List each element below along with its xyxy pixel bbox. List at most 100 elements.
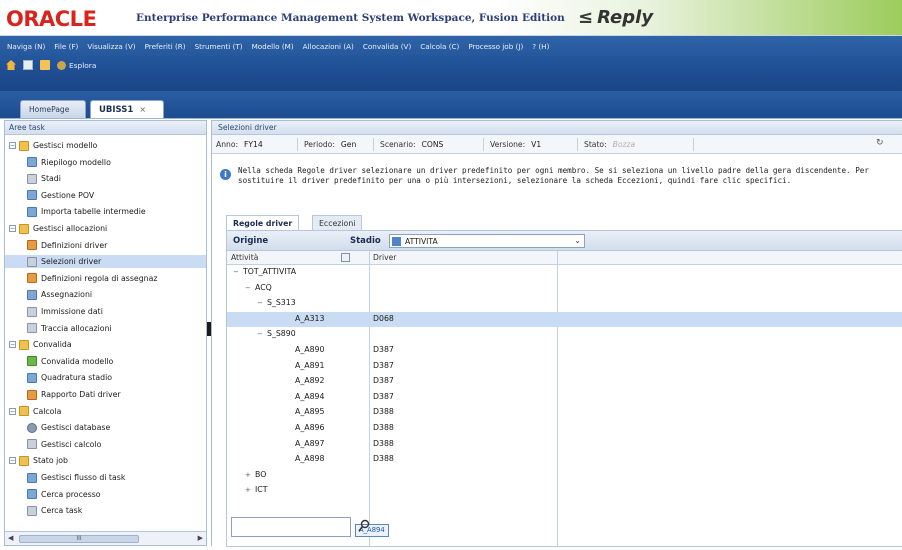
- column-header-driver[interactable]: Driver: [373, 253, 396, 262]
- driver-cell[interactable]: D068: [373, 314, 394, 323]
- tree-item[interactable]: Cerca processo: [5, 488, 206, 501]
- menu-item[interactable]: Visualizza (V): [84, 42, 141, 51]
- tree-folder[interactable]: − Gestisci modello: [5, 139, 206, 152]
- table-row[interactable]: + BO: [227, 468, 902, 484]
- collapse-icon[interactable]: −: [233, 268, 240, 276]
- trace-icon: [27, 323, 37, 334]
- menu-item[interactable]: Processo job (J): [465, 42, 529, 51]
- collapse-icon[interactable]: −: [9, 407, 16, 415]
- table-row[interactable]: A_A891 D387: [227, 359, 902, 375]
- pov-field[interactable]: Periodo: Gen: [304, 138, 374, 151]
- table-row[interactable]: A_A894 D387: [227, 390, 902, 406]
- table-row[interactable]: A_A890 D387: [227, 343, 902, 359]
- menu-item[interactable]: Allocazioni (A): [300, 42, 360, 51]
- table-row[interactable]: − TOT_ATTIVITA: [227, 265, 902, 281]
- tree-item[interactable]: Gestisci flusso di task: [5, 471, 206, 484]
- tree-folder[interactable]: − Gestisci allocazioni: [5, 222, 206, 235]
- tab-driver-rules[interactable]: Regole driver: [226, 215, 300, 230]
- search-input[interactable]: [231, 517, 351, 537]
- tree-item[interactable]: Rapporto Dati driver: [5, 388, 206, 401]
- table-row[interactable]: A_A897 D388: [227, 437, 902, 453]
- table-row[interactable]: A_A895 D388: [227, 405, 902, 421]
- pov-field[interactable]: Anno: FY14: [216, 138, 298, 151]
- pov-field[interactable]: Scenario: CONS: [380, 138, 484, 151]
- stage-value: ATTIVITA: [405, 236, 438, 246]
- tree-item[interactable]: Gestisci calcolo: [5, 438, 206, 451]
- scroll-left-icon[interactable]: ◀: [8, 534, 13, 542]
- menu-item[interactable]: Modello (M): [249, 42, 300, 51]
- table-row[interactable]: − ACQ: [227, 281, 902, 297]
- driver-cell[interactable]: D388: [373, 454, 394, 463]
- tree-item[interactable]: Gestione POV: [5, 189, 206, 202]
- tree-item[interactable]: Definizioni regola di assegnaz: [5, 272, 206, 285]
- table-row[interactable]: A_A896 D388: [227, 421, 902, 437]
- table-row[interactable]: A_A892 D387: [227, 374, 902, 390]
- collapse-icon[interactable]: −: [245, 284, 252, 292]
- tree-folder[interactable]: − Calcola: [5, 405, 206, 418]
- tree-item[interactable]: Convalida modello: [5, 355, 206, 368]
- driver-cell[interactable]: D387: [373, 392, 394, 401]
- open-folder-icon[interactable]: [40, 60, 50, 70]
- home-icon[interactable]: [6, 60, 16, 70]
- tab-homepage[interactable]: HomePage: [20, 100, 86, 118]
- expand-icon[interactable]: +: [245, 471, 252, 479]
- table-row[interactable]: − S_S313: [227, 296, 902, 312]
- driver-cell[interactable]: D388: [373, 407, 394, 416]
- tree-item[interactable]: Riepilogo modello: [5, 156, 206, 169]
- collapse-icon[interactable]: −: [9, 142, 16, 149]
- pov-field[interactable]: Stato: Bozza: [584, 138, 694, 151]
- tree-item[interactable]: Traccia allocazioni: [5, 322, 206, 335]
- tree-item[interactable]: Quadratura stadio: [5, 371, 206, 384]
- menu-item[interactable]: File (F): [51, 42, 84, 51]
- menu-item[interactable]: Preferiti (R): [142, 42, 192, 51]
- table-row[interactable]: A_A898 D388: [227, 452, 902, 468]
- tree-item[interactable]: Gestisci database: [5, 421, 206, 434]
- pov-field[interactable]: Versione: V1: [490, 138, 578, 151]
- menu-item[interactable]: Naviga (N): [4, 42, 51, 51]
- tab-ubiss1[interactable]: UBISS1 ×: [90, 100, 164, 118]
- driver-cell[interactable]: D387: [373, 361, 394, 370]
- driver-cell[interactable]: D387: [373, 376, 394, 385]
- tab-exceptions[interactable]: Eccezioni: [312, 215, 363, 230]
- column-header-activity[interactable]: Attività: [231, 253, 258, 262]
- tree-folder[interactable]: − Convalida: [5, 338, 206, 351]
- document-icon[interactable]: [23, 60, 33, 70]
- collapse-icon[interactable]: −: [9, 457, 16, 465]
- tree-item[interactable]: Definizioni driver: [5, 239, 206, 252]
- collapse-icon[interactable]: −: [9, 341, 16, 349]
- scroll-thumb[interactable]: III: [19, 535, 139, 543]
- table-row[interactable]: A_A313 D068: [227, 311, 902, 328]
- table-row[interactable]: + ICT: [227, 483, 902, 499]
- activity-cell: A_A897: [295, 439, 324, 448]
- menu-item[interactable]: Strumenti (T): [192, 42, 249, 51]
- tree-item[interactable]: Stadi: [5, 172, 206, 185]
- tree-folder[interactable]: − Stato job: [5, 454, 206, 467]
- close-tab-icon[interactable]: ×: [139, 105, 146, 114]
- tree-item[interactable]: Immissione dati: [5, 305, 206, 318]
- column-filter-icon[interactable]: [341, 253, 350, 262]
- menu-item[interactable]: ? (H): [529, 42, 555, 51]
- table-row[interactable]: − S_S890: [227, 327, 902, 343]
- activity-cell: A_A894: [295, 392, 324, 401]
- pov-value: FY14: [244, 140, 263, 149]
- expand-icon[interactable]: +: [245, 486, 252, 494]
- driver-cell[interactable]: D388: [373, 423, 394, 432]
- collapse-icon[interactable]: −: [9, 225, 16, 232]
- stage-select[interactable]: ATTIVITA ⌄: [389, 234, 585, 248]
- tree-item[interactable]: Assegnazioni: [5, 288, 206, 301]
- refresh-icon[interactable]: ↻: [876, 138, 884, 148]
- collapse-icon[interactable]: −: [257, 299, 264, 307]
- scroll-right-icon[interactable]: ▶: [198, 534, 203, 542]
- menu-item[interactable]: Calcola (C): [417, 42, 465, 51]
- horizontal-scrollbar[interactable]: ◀ III ▶: [5, 531, 206, 545]
- tree-item[interactable]: Importa tabelle intermedie: [5, 205, 206, 218]
- menu-item[interactable]: Convalida (V): [360, 42, 417, 51]
- driver-cell[interactable]: D388: [373, 439, 394, 448]
- search-icon[interactable]: [357, 518, 371, 534]
- driver-cell[interactable]: D387: [373, 345, 394, 354]
- explore-button[interactable]: Esplora: [57, 60, 96, 70]
- tree-item[interactable]: Selezioni driver: [5, 255, 206, 269]
- collapse-icon[interactable]: −: [257, 330, 264, 338]
- chevron-down-icon[interactable]: ⌄: [574, 236, 581, 245]
- tree-item[interactable]: Cerca task: [5, 504, 206, 517]
